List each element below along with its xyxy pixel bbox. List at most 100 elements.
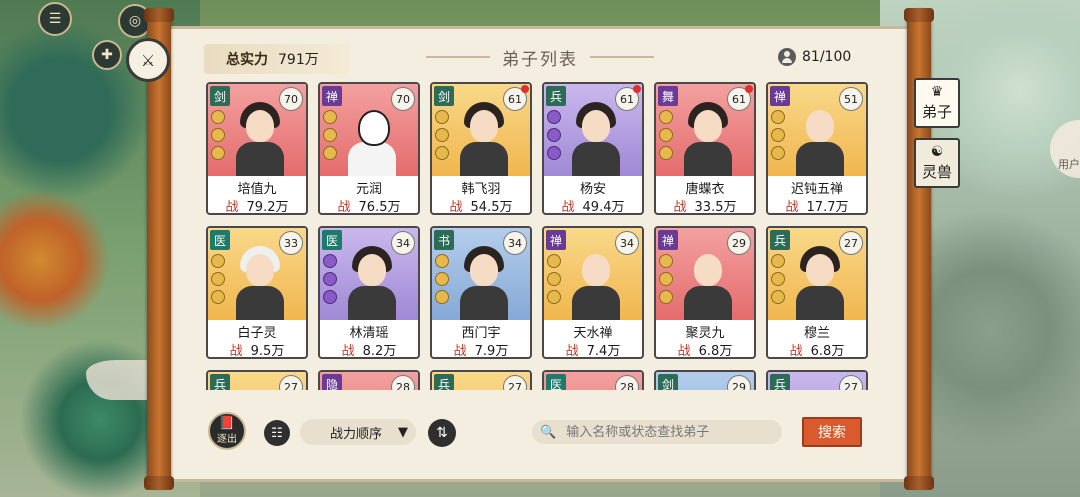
talent-orbs	[435, 110, 449, 160]
level-badge: 29	[727, 231, 751, 255]
disciple-power-value: 8.2万	[362, 344, 397, 359]
talent-orb-icon	[323, 254, 337, 268]
class-badge: 兵	[210, 374, 230, 390]
map-icon: ◎	[128, 13, 142, 29]
disciple-card[interactable]: 书 34 西门宇战 7.9万	[430, 226, 532, 359]
talent-orb-icon	[435, 128, 449, 142]
swords-icon: ⚔	[140, 50, 156, 70]
total-power-label: 总实力	[226, 52, 268, 68]
disciple-avatar	[684, 246, 732, 320]
disciple-card[interactable]: 兵 27	[430, 370, 532, 390]
disciple-card[interactable]: 禅 34 天水禅战 7.4万	[542, 226, 644, 359]
talent-orb-icon	[435, 146, 449, 160]
talent-orb-icon	[659, 254, 673, 268]
power-prefix: 战	[677, 344, 691, 359]
sort-dropdown-value: 战力顺序	[330, 426, 383, 442]
talent-orb-icon	[211, 146, 225, 160]
search-input[interactable]	[564, 423, 759, 441]
disciple-card[interactable]: 兵 27 穆兰战 6.8万	[766, 226, 868, 359]
search-button[interactable]: 搜索	[802, 417, 862, 447]
tab-disciples[interactable]: ♛ 弟子	[914, 78, 960, 128]
disciple-card[interactable]: 医 34 林清瑶战 8.2万	[318, 226, 420, 359]
menu-button[interactable]: ☰	[38, 2, 72, 36]
disciple-card[interactable]: 禅 29 聚灵九战 6.8万	[654, 226, 756, 359]
talent-orb-icon	[659, 290, 673, 304]
person-icon	[778, 48, 796, 66]
talent-orb-icon	[771, 146, 785, 160]
disciple-card[interactable]: 医 33 白子灵战 9.5万	[206, 226, 308, 359]
disciple-card[interactable]: 兵 27	[206, 370, 308, 390]
expel-label: 逐出	[217, 434, 237, 445]
disciple-card[interactable]: 医 28	[542, 370, 644, 390]
disciple-power-value: 9.5万	[250, 344, 285, 359]
sort-order-button[interactable]: ⇅	[428, 419, 456, 447]
talent-orb-icon	[323, 146, 337, 160]
tab-spirit-beasts[interactable]: ☯ 灵兽	[914, 138, 960, 188]
disciple-count: 81/100	[778, 46, 851, 68]
disciple-power: 战 6.8万	[656, 340, 754, 359]
disciple-avatar	[460, 246, 508, 320]
talent-orb-icon	[547, 254, 561, 268]
disciple-power: 战 79.2万	[208, 196, 306, 213]
disciple-power: 战 17.7万	[768, 196, 866, 213]
disciple-icon: ♛	[930, 83, 944, 100]
talent-orb-icon	[771, 290, 785, 304]
talent-orb-icon	[323, 110, 337, 124]
search-icon: 🔍	[540, 424, 557, 440]
disciple-name: 穆兰	[803, 326, 830, 341]
sort-dropdown[interactable]: 战力顺序 ▼	[300, 419, 416, 445]
disciple-avatar	[796, 246, 844, 320]
class-badge: 兵	[434, 374, 454, 390]
level-badge: 34	[391, 231, 415, 255]
talent-orbs	[211, 254, 225, 304]
disciple-avatar	[460, 102, 508, 176]
disciple-grid[interactable]: 剑 70 培值九战 79.2万禅 70 元润战 76.5万剑 61 韩飞羽战 54.5万兵 61 杨安…	[206, 82, 870, 390]
panel-title: 弟子列表	[502, 49, 578, 70]
expel-button[interactable]: 📕 逐出	[208, 412, 246, 450]
disciple-card[interactable]: 兵 27	[766, 370, 868, 390]
class-badge: 禅	[770, 86, 790, 106]
menu-icon: ☰	[48, 11, 62, 27]
power-prefix: 战	[229, 344, 243, 359]
swap-arrows-icon: ⇅	[436, 425, 448, 441]
talent-orb-icon	[547, 110, 561, 124]
disciple-card[interactable]: 剑 70 培值九战 79.2万	[206, 82, 308, 215]
disciple-card[interactable]: 禅 51 迟钝五禅战 17.7万	[766, 82, 868, 215]
beast-icon: ☯	[930, 143, 944, 160]
search-field[interactable]: 🔍	[532, 420, 782, 444]
talent-orb-icon	[211, 272, 225, 286]
disciple-power-value: 6.8万	[698, 344, 733, 359]
compass-button[interactable]: ✚	[92, 40, 122, 70]
disciple-name: 林清瑶	[349, 326, 389, 341]
talent-orbs	[547, 254, 561, 304]
talent-orbs	[547, 110, 561, 160]
disciple-card[interactable]: 舞 61 唐蝶衣战 33.5万	[654, 82, 756, 215]
filter-list-button[interactable]: ☷	[264, 420, 290, 446]
disciple-card[interactable]: 剑 61 韩飞羽战 54.5万	[430, 82, 532, 215]
list-icon: ☷	[271, 425, 283, 441]
disciple-card[interactable]: 兵 61 杨安战 49.4万	[542, 82, 644, 215]
disciple-name: 培值九	[237, 182, 277, 197]
notification-dot	[633, 85, 641, 93]
disciple-avatar	[236, 102, 284, 176]
class-badge: 医	[322, 230, 342, 250]
level-badge: 51	[839, 87, 863, 111]
talent-orb-icon	[659, 110, 673, 124]
disciple-avatar	[348, 246, 396, 320]
disciple-power-value: 7.4万	[586, 344, 621, 359]
disciple-power: 战 76.5万	[320, 196, 418, 213]
disciple-power-value: 33.5万	[694, 200, 737, 215]
disciple-card[interactable]: 禅 70 元润战 76.5万	[318, 82, 420, 215]
level-badge: 27	[839, 231, 863, 255]
disciple-card[interactable]: 隐 28	[318, 370, 420, 390]
disciple-power: 战 49.4万	[544, 196, 642, 213]
class-badge: 兵	[770, 230, 790, 250]
power-prefix: 战	[449, 200, 463, 215]
power-prefix: 战	[453, 344, 467, 359]
talent-orb-icon	[771, 272, 785, 286]
talent-orb-icon	[435, 272, 449, 286]
disciple-avatar	[684, 102, 732, 176]
disciple-power: 战 8.2万	[320, 340, 418, 359]
class-badge: 剑	[658, 374, 678, 390]
disciple-card[interactable]: 剑 29	[654, 370, 756, 390]
